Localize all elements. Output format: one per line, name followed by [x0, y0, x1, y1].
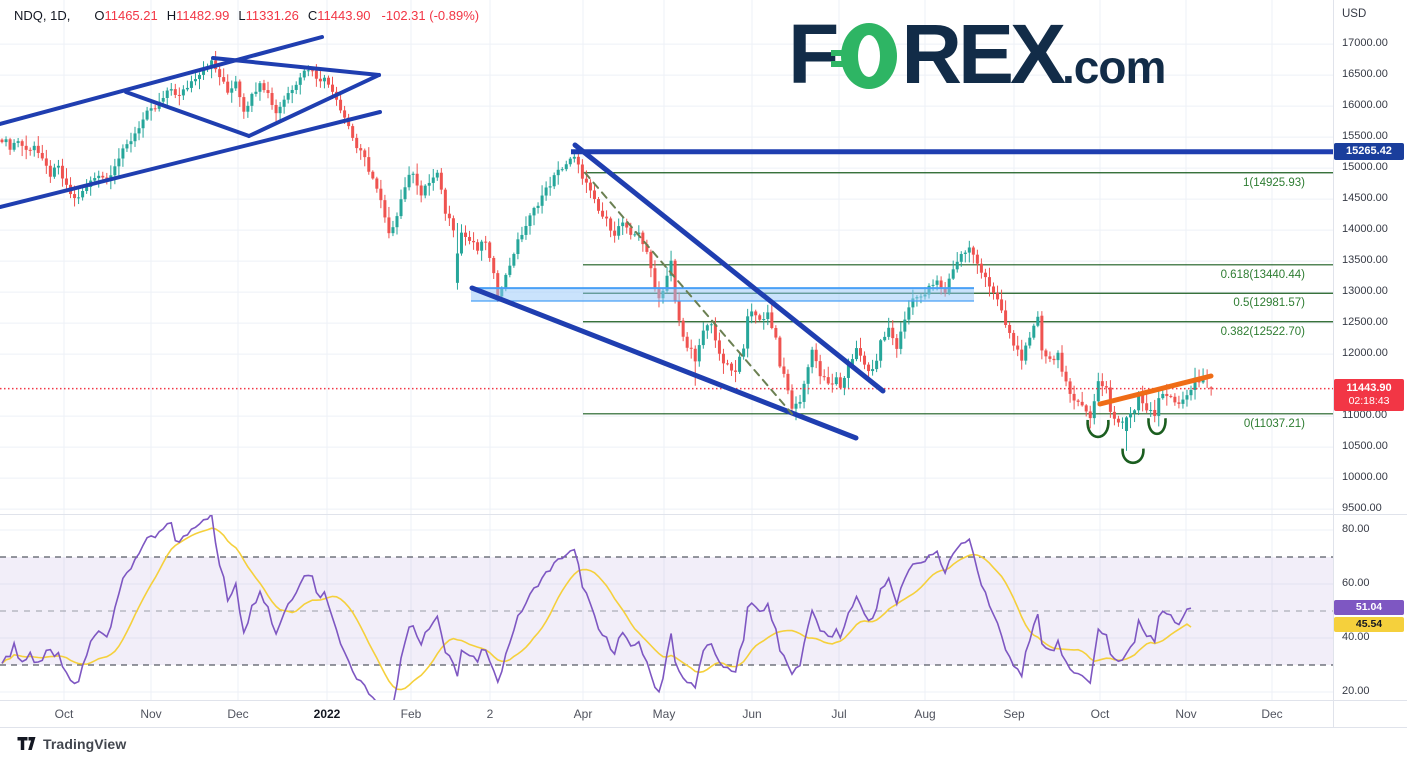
price-tick-label: 13500.00 — [1342, 254, 1388, 266]
price-tick-label: 11000.00 — [1342, 409, 1387, 421]
ohlc-high: H11482.99 — [167, 8, 230, 23]
price-chart-canvas[interactable] — [0, 0, 1333, 727]
trendline-ascending-channel-upper[interactable] — [0, 37, 322, 124]
chart-bottom-border — [0, 727, 1407, 728]
drawings-layer[interactable] — [0, 37, 1333, 463]
time-tick-label: Oct — [55, 707, 74, 721]
time-tick-label: Dec — [227, 707, 248, 721]
forex-o-icon — [841, 23, 897, 89]
rsi-tick-label: 40.00 — [1342, 631, 1370, 643]
price-tick-label: 15000.00 — [1342, 161, 1388, 173]
time-tick-label: Oct — [1091, 707, 1110, 721]
change-readout: -102.31 (-0.89%) — [382, 8, 480, 23]
trendline-pennant-lower-left[interactable] — [126, 92, 249, 136]
tradingview-logo[interactable]: TradingView — [17, 736, 126, 752]
rsi-ma-value-badge: 45.54 — [1334, 617, 1404, 632]
price-tick-label: 15500.00 — [1342, 130, 1388, 142]
symbol-header: NDQ, 1D, O11465.21 H11482.99 L11331.26 C1144… — [14, 8, 479, 23]
time-tick-label: Sep — [1003, 707, 1024, 721]
rsi-value-badge: 51.04 — [1334, 600, 1404, 615]
price-tick-label: 10500.00 — [1342, 440, 1388, 452]
rsi-tick-label: 60.00 — [1342, 577, 1370, 589]
last-price-value: 11443.90 — [1346, 382, 1391, 394]
price-tick-label: 12000.00 — [1342, 347, 1388, 359]
level-price-badge: 15265.42 — [1334, 143, 1404, 160]
bar-countdown: 02:18:43 — [1334, 395, 1404, 409]
forex-watermark: FREX.com — [788, 14, 1165, 94]
time-tick-label: Apr — [574, 707, 593, 721]
highlight-circle-3[interactable] — [1123, 449, 1144, 463]
ohlc-low: L11331.26 — [238, 8, 299, 23]
price-tick-label: 13000.00 — [1342, 285, 1388, 297]
time-axis[interactable]: Oct Nov Dec 2022 Feb 2 Apr May Jun Jul Aug Sep Oct No… — [0, 700, 1333, 727]
price-tick-label: 16500.00 — [1342, 68, 1388, 80]
last-price-badge: 11443.90 02:18:43 — [1334, 379, 1404, 411]
chart-panel: NDQ, 1D, O11465.21 H11482.99 L11331.26 C1144… — [0, 0, 1333, 727]
price-tick-label: 14000.00 — [1342, 223, 1388, 235]
time-tick-label: Jun — [742, 707, 761, 721]
time-tick-label: Nov — [1175, 707, 1196, 721]
time-axis-separator — [0, 700, 1407, 701]
supply-zone[interactable] — [471, 288, 974, 301]
ohlc-open: O11465.21 — [94, 8, 157, 23]
price-tick-label: 10000.00 — [1342, 471, 1388, 483]
currency-label: USD — [1342, 8, 1366, 20]
rsi-band — [0, 557, 1333, 665]
price-tick-label: 12500.00 — [1342, 316, 1388, 328]
time-tick-label: Jul — [831, 707, 846, 721]
fib-level-label-1[interactable]: 1(14925.93) — [1243, 177, 1305, 189]
pane-separator[interactable] — [0, 514, 1407, 515]
time-tick-label: Aug — [914, 707, 935, 721]
ohlc-close: C11443.90 — [308, 8, 371, 23]
price-axis-separator[interactable] — [1333, 0, 1334, 727]
forex-logo-com: .com — [1062, 41, 1165, 93]
time-tick-label: Dec — [1261, 707, 1282, 721]
forex-logo-rex: REX — [901, 7, 1062, 101]
time-tick-label: Feb — [401, 707, 422, 721]
highlight-circle-2[interactable] — [1148, 418, 1165, 434]
time-tick-label: Nov — [140, 707, 161, 721]
trendline-ascending-channel-lower[interactable] — [0, 112, 380, 207]
app-root: NDQ, 1D, O11465.21 H11482.99 L11331.26 C1144… — [0, 0, 1407, 762]
tradingview-mark-icon — [17, 736, 36, 752]
price-tick-label: 9500.00 — [1342, 502, 1382, 514]
fib-level-label-0382[interactable]: 0.382(12522.70) — [1221, 326, 1305, 338]
symbol-title[interactable]: NDQ, 1D, — [14, 8, 70, 23]
rsi-tick-label: 20.00 — [1342, 685, 1370, 697]
tradingview-label: TradingView — [43, 736, 126, 752]
price-tick-label: 14500.00 — [1342, 192, 1388, 204]
trendline-rising-support[interactable] — [1100, 376, 1211, 404]
time-tick-label: May — [653, 707, 676, 721]
time-tick-label: 2 — [487, 707, 494, 721]
fib-level-label-0618[interactable]: 0.618(13440.44) — [1221, 269, 1305, 281]
fib-level-label-0[interactable]: 0(11037.21) — [1244, 418, 1305, 430]
fib-level-label-05[interactable]: 0.5(12981.57) — [1233, 297, 1305, 309]
price-tick-label: 16000.00 — [1342, 99, 1388, 111]
rsi-tick-label: 80.00 — [1342, 523, 1370, 535]
time-tick-label: 2022 — [314, 707, 341, 721]
price-axis[interactable]: USD 15265.42 11443.90 02:18:43 51.04 45.… — [1333, 0, 1407, 727]
price-tick-label: 17000.00 — [1342, 37, 1388, 49]
forex-logo-f: F — [788, 7, 835, 101]
